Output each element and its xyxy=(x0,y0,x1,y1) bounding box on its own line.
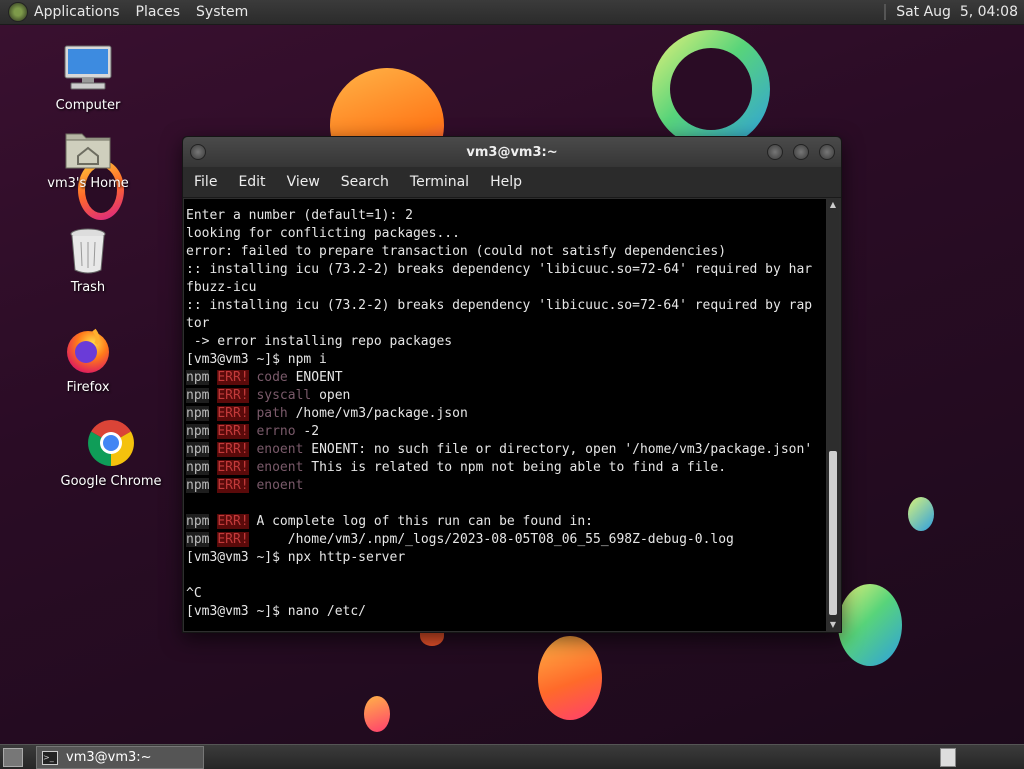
npm-err-tag: ERR! xyxy=(217,532,249,547)
top-panel: Applications Places System Sat Aug 5, 04… xyxy=(0,0,1024,25)
window-titlebar[interactable]: vm3@vm3:~ xyxy=(183,137,841,167)
desktop-icon-label: Trash xyxy=(70,280,106,295)
menu-places[interactable]: Places xyxy=(136,4,181,20)
npm-err-tag: ERR! xyxy=(217,388,249,403)
npm-tag: npm xyxy=(186,424,210,439)
firefox-icon xyxy=(67,328,109,373)
npm-err-text: ENOENT xyxy=(295,370,343,385)
npm-err-key: enoent xyxy=(256,478,304,493)
npm-tag: npm xyxy=(186,406,210,421)
npm-err-key: enoent xyxy=(256,460,304,475)
terminal-line: looking for conflicting packages... xyxy=(186,226,460,241)
terminal-line: Enter a number (default=1): 2 xyxy=(186,208,413,223)
npm-err-tag: ERR! xyxy=(217,478,249,493)
npm-err-tag: ERR! xyxy=(217,370,249,385)
scrollbar-thumb[interactable] xyxy=(829,451,837,615)
scroll-up-arrow-icon[interactable]: ▲ xyxy=(827,199,839,211)
npm-err-tag: ERR! xyxy=(217,514,249,529)
wallpaper-orange-blob xyxy=(538,636,602,720)
terminal-line: -> error installing repo packages xyxy=(186,334,453,349)
window-title: vm3@vm3:~ xyxy=(466,144,558,160)
npm-err-text: -2 xyxy=(303,424,320,439)
terminal-text: Enter a number (default=1): 2 looking fo… xyxy=(184,199,826,621)
menu-file[interactable]: File xyxy=(194,174,217,190)
scroll-down-arrow-icon[interactable]: ▼ xyxy=(827,619,839,631)
wallpaper-small-orange-blob xyxy=(364,696,390,732)
menu-search[interactable]: Search xyxy=(341,174,389,190)
desktop-icon-trash[interactable]: Trash xyxy=(33,228,143,295)
terminal-line: [vm3@vm3 ~]$ npm i xyxy=(186,352,327,367)
npm-tag: npm xyxy=(186,460,210,475)
npm-log-text: /home/vm3/.npm/_logs/2023-08-05T08_06_55… xyxy=(256,532,734,547)
npm-tag: npm xyxy=(186,388,210,403)
npm-err-text: This is related to npm not being able to… xyxy=(311,460,727,475)
terminal-line: [vm3@vm3 ~]$ npx http-server xyxy=(186,550,406,565)
taskbar-terminal-button[interactable]: >_ vm3@vm3:~ xyxy=(36,746,204,769)
workspace-switcher[interactable] xyxy=(940,748,956,767)
terminal-line: :: installing icu (73.2-2) breaks depend… xyxy=(186,298,813,313)
npm-tag: npm xyxy=(186,370,210,385)
npm-tag: npm xyxy=(186,514,210,529)
npm-err-tag: ERR! xyxy=(217,424,249,439)
desktop-icon-chrome[interactable]: Google Chrome xyxy=(56,418,166,489)
terminal-window: vm3@vm3:~ File Edit View Search Terminal… xyxy=(182,136,842,633)
npm-log-text: A complete log of this run can be found … xyxy=(256,514,593,529)
menu-help[interactable]: Help xyxy=(490,174,522,190)
trash-icon xyxy=(70,228,106,274)
wallpaper-green-blob xyxy=(838,584,902,666)
desktop-icon-label: Google Chrome xyxy=(60,474,162,489)
panel-separator xyxy=(884,4,887,20)
menu-terminal[interactable]: Terminal xyxy=(410,174,469,190)
clock[interactable]: Sat Aug 5, 04:08 xyxy=(896,4,1018,20)
npm-err-tag: ERR! xyxy=(217,406,249,421)
maximize-button[interactable] xyxy=(793,144,809,160)
menu-system[interactable]: System xyxy=(196,4,248,20)
terminal-icon: >_ xyxy=(42,750,58,765)
home-folder-icon xyxy=(65,133,111,169)
npm-err-text: /home/vm3/package.json xyxy=(295,406,468,421)
npm-err-key: path xyxy=(256,406,288,421)
terminal-line: error: failed to prepare transaction (co… xyxy=(186,244,727,259)
npm-err-tag: ERR! xyxy=(217,460,249,475)
show-desktop-button[interactable] xyxy=(3,748,23,767)
window-menubar: File Edit View Search Terminal Help xyxy=(183,167,841,198)
distro-logo-icon[interactable] xyxy=(8,2,28,22)
chrome-icon xyxy=(88,420,134,466)
npm-err-text: ENOENT: no such file or directory, open … xyxy=(311,442,813,457)
close-button[interactable] xyxy=(819,144,835,160)
desktop-icon-computer[interactable]: Computer xyxy=(33,44,143,113)
npm-err-key: code xyxy=(256,370,288,385)
npm-tag: npm xyxy=(186,442,210,457)
menu-applications[interactable]: Applications xyxy=(34,4,120,20)
desktop-icon-label: vm3's Home xyxy=(47,176,129,191)
desktop-icon-label: Computer xyxy=(55,98,121,113)
terminal-prompt-line: [vm3@vm3 ~]$ nano /etc/ xyxy=(186,604,367,619)
npm-err-key: enoent xyxy=(256,442,304,457)
menu-view[interactable]: View xyxy=(287,174,320,190)
wallpaper-ring xyxy=(652,30,770,148)
terminal-line: tor xyxy=(186,316,210,331)
npm-err-key: errno xyxy=(256,424,296,439)
terminal-scrollbar[interactable]: ▲ ▼ xyxy=(827,199,839,631)
wallpaper-small-green-blob xyxy=(908,497,934,531)
npm-err-key: syscall xyxy=(256,388,312,403)
desktop-icon-home[interactable]: vm3's Home xyxy=(33,128,143,191)
desktop-icon-label: Firefox xyxy=(66,380,110,395)
bottom-taskbar: >_ vm3@vm3:~ xyxy=(0,744,1024,769)
npm-tag: npm xyxy=(186,532,210,547)
terminal-line: ^C xyxy=(186,586,202,601)
taskbar-task-label: vm3@vm3:~ xyxy=(66,750,152,765)
terminal-line: fbuzz-icu xyxy=(186,280,257,295)
menu-edit[interactable]: Edit xyxy=(238,174,265,190)
computer-icon xyxy=(64,45,112,90)
npm-err-tag: ERR! xyxy=(217,442,249,457)
minimize-button[interactable] xyxy=(767,144,783,160)
desktop-icon-firefox[interactable]: Firefox xyxy=(33,326,143,395)
terminal-output[interactable]: Enter a number (default=1): 2 looking fo… xyxy=(184,199,826,631)
terminal-line: :: installing icu (73.2-2) breaks depend… xyxy=(186,262,813,277)
npm-tag: npm xyxy=(186,478,210,493)
npm-err-text: open xyxy=(319,388,351,403)
